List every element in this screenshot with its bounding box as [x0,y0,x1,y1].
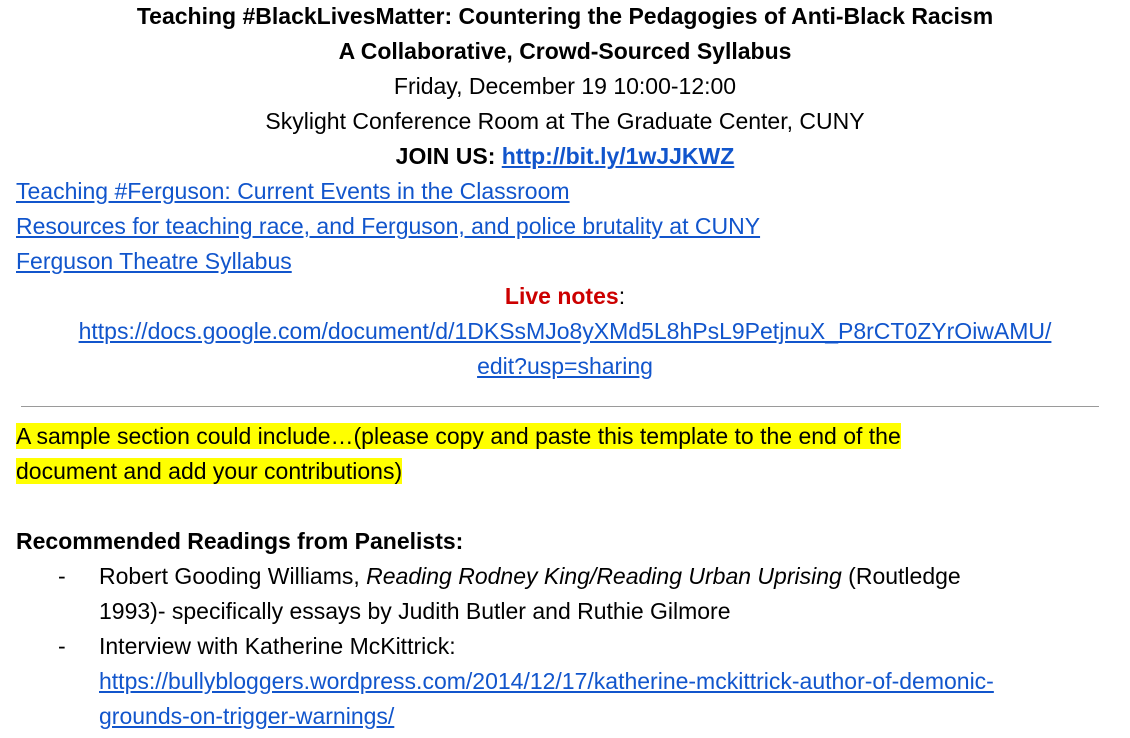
link-teaching-ferguson[interactable]: Teaching #Ferguson: Current Events in th… [16,174,570,209]
live-notes-url-part1[interactable]: https://docs.google.com/document/d/1DKSs… [79,318,1052,344]
join-line: JOIN US: http://bit.ly/1wJJKWZ [0,139,1130,174]
readings-heading: Recommended Readings from Panelists: [16,528,464,554]
link-resources-cuny-text[interactable]: Resources for teaching race, and Ferguso… [16,213,760,239]
join-link[interactable]: http://bit.ly/1wJJKWZ [502,143,735,169]
live-notes-url-line1[interactable]: https://docs.google.com/document/d/1DKSs… [0,314,1130,349]
reading-1-author: Robert Gooding Williams, [99,563,367,589]
reading-1-publisher: (Routledge [841,563,961,589]
horizontal-divider [21,406,1099,407]
link-ferguson-theatre[interactable]: Ferguson Theatre Syllabus [16,244,292,279]
document-title: Teaching #BlackLivesMatter: Countering t… [136,3,994,29]
highlight-text-1: A sample section could include…(please c… [16,423,901,449]
link-ferguson-theatre-text[interactable]: Ferguson Theatre Syllabus [16,248,292,274]
document-page: Teaching #BlackLivesMatter: Countering t… [0,0,1130,738]
event-location: Skylight Conference Room at The Graduate… [265,108,865,134]
live-notes-line: Live notes: [0,279,1130,314]
reading-item-2-text: Interview with Katherine McKittrick: [99,633,456,659]
highlight-line1: A sample section could include…(please c… [16,419,901,454]
link-resources-cuny[interactable]: Resources for teaching race, and Ferguso… [16,209,760,244]
reading-item-2-url-line2[interactable]: grounds-on-trigger-warnings/ [99,699,394,734]
highlight-text-2: document and add your contributions) [16,458,403,484]
reading-1-title: Reading Rodney King/Reading Urban Uprisi… [366,563,842,589]
live-notes-label: Live notes [504,283,619,309]
reading-item-2-url-line1[interactable]: https://bullybloggers.wordpress.com/2014… [99,664,994,699]
reading-2-url-part1[interactable]: https://bullybloggers.wordpress.com/2014… [99,668,994,694]
reading-item-1-line2: 1993)- specifically essays by Judith But… [99,598,731,624]
reading-2-url-part2[interactable]: grounds-on-trigger-warnings/ [99,703,394,729]
reading-item-1-line1: Robert Gooding Williams, Reading Rodney … [99,559,961,594]
event-date: Friday, December 19 10:00-12:00 [393,73,737,99]
bullet-dash-1: - [58,563,66,589]
live-notes-url-line2[interactable]: edit?usp=sharing [0,349,1130,384]
live-notes-colon: : [618,283,626,309]
link-teaching-ferguson-text[interactable]: Teaching #Ferguson: Current Events in th… [16,178,570,204]
join-label: JOIN US: [395,143,496,169]
bullet-dash-2: - [58,633,66,659]
live-notes-url-part2[interactable]: edit?usp=sharing [477,353,653,379]
document-subtitle: A Collaborative, Crowd-Sourced Syllabus [338,38,792,64]
highlight-line2: document and add your contributions) [16,454,403,489]
